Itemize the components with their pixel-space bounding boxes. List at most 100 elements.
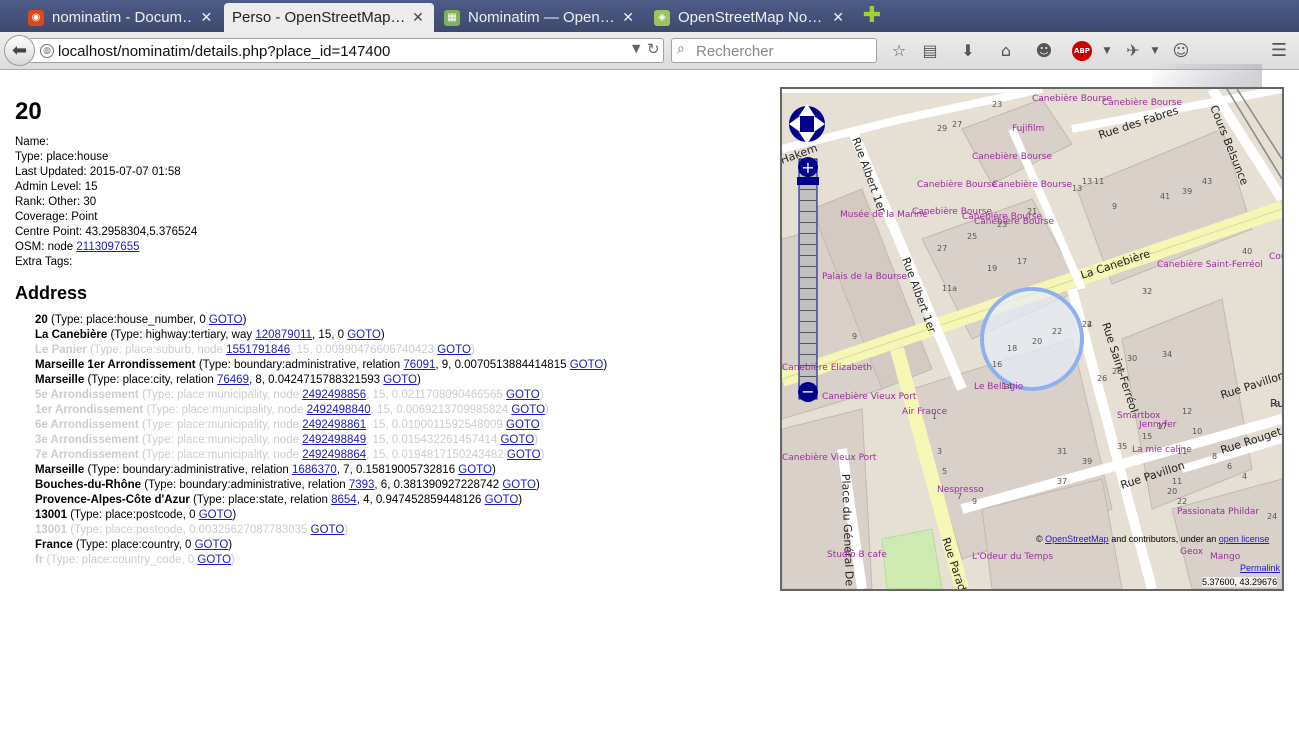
osm-object-link[interactable]: 7393 [349,479,375,491]
address-line: 3e Arrondissement (Type: place:municipal… [35,434,538,446]
download-icon[interactable]: ⬇ [957,40,979,62]
goto-link[interactable]: GOTO [570,359,604,371]
url-bar[interactable]: ◍ ▼ ↻ [30,38,664,63]
goto-link[interactable]: GOTO [507,449,541,461]
goto-link[interactable]: GOTO [458,464,492,476]
address-type: (Type: place:house_number, 0 [51,314,206,326]
zoom-tick [800,233,816,234]
goto-link[interactable]: GOTO [506,419,540,431]
goto-link[interactable]: GOTO [383,374,417,386]
osm-object-link[interactable]: 2492498849 [302,434,366,446]
reload-icon[interactable]: ↻ [647,40,660,58]
osm-object-link[interactable]: 1686370 [292,464,337,476]
goto-link[interactable]: GOTO [502,479,536,491]
goto-link[interactable]: GOTO [199,509,233,521]
poi-label: Canebière Vieux Port [782,452,877,463]
chevron-down-icon[interactable]: ▼ [1144,40,1166,62]
house-number: 32 [1142,287,1152,296]
address-name: Marseille [35,464,85,476]
map-attribution: © OpenStreetMap and contributors, under … [1036,534,1269,544]
tab-label: Perso - OpenStreetMap… [232,9,404,26]
address-type: (Type: place:suburb, node [89,344,223,356]
extension-icon[interactable]: ✈ [1122,40,1144,62]
osm-object-link[interactable]: 2492498864 [302,449,366,461]
info-row: Last Updated: 2015-07-07 01:58 [15,165,765,180]
close-icon[interactable]: ✕ [830,9,846,26]
search-bar[interactable]: ⌕ [671,38,877,63]
close-icon[interactable]: ✕ [199,9,214,26]
osm-attribution-link[interactable]: OpenStreetMap [1045,534,1109,544]
osm-node-link[interactable]: 2113097655 [76,241,139,253]
goto-link[interactable]: GOTO [500,434,534,446]
info-row: Rank: Other: 30 [15,195,765,210]
house-number: 6 [1227,462,1232,471]
info-row: Type: place:house [15,150,765,165]
chevron-down-icon[interactable]: ▼ [1096,40,1118,62]
adblock-icon[interactable]: ABP [1072,41,1092,61]
osm-object-link[interactable]: 8654 [331,494,357,506]
address-rank: , 15, 0.015432261457414 [366,434,498,446]
new-tab-icon[interactable]: ✚ [862,5,882,27]
monkey-icon[interactable]: ☺ [1170,40,1192,62]
address-rank: , 7, 0.15819005732816 [336,464,456,476]
goto-link[interactable]: GOTO [209,314,243,326]
goto-link[interactable]: GOTO [347,329,381,341]
osm-object-link[interactable]: 76091 [403,359,435,371]
house-number: 41 [1160,192,1170,201]
goto-link[interactable]: GOTO [506,389,540,401]
info-label: Type: [15,151,44,163]
url-input[interactable] [58,40,628,62]
close-icon[interactable]: ✕ [410,9,426,26]
poi-label: La [1270,399,1281,409]
search-input[interactable] [696,40,872,62]
zoom-tick [800,211,816,212]
map-canvas[interactable]: + − Rue Albert 1erRue Albert 1er La Caneb… [782,89,1282,589]
goto-link[interactable]: GOTO [197,554,231,566]
back-button[interactable]: ⬅ [4,35,35,66]
reading-list-icon[interactable]: ▤ [919,40,941,62]
poi-label: Le Bellagio [974,382,1024,392]
tab-nominatim-open[interactable]: ▦ Nominatim — Open… ✕ [436,3,644,32]
map-view[interactable]: + − Rue Albert 1er Rue Albert 1er La Caneb… [780,87,1284,591]
chevron-down-icon[interactable]: ▼ [632,42,640,55]
house-number: 43 [1202,177,1212,186]
goto-link[interactable]: GOTO [195,539,229,551]
house-number: 19 [987,264,997,273]
address-line: 20 (Type: place:house_number, 0 GOTO) [35,314,247,326]
home-icon[interactable]: ⌂ [995,40,1017,62]
goto-link[interactable]: GOTO [511,404,545,416]
poi-label: Canebière Bourse [972,151,1052,162]
license-link[interactable]: open license [1219,534,1270,544]
address-line: 13001 (Type: place:postcode, 0.003256270… [35,524,349,536]
permalink-link[interactable]: Permalink [1240,563,1280,573]
close-icon[interactable]: ✕ [620,9,636,26]
address-type: (Type: place:postcode, 0 [70,509,196,521]
info-label: Admin Level: [15,181,82,193]
osm-object-link[interactable]: 2492498856 [302,389,366,401]
poi-label: Geox [1180,547,1204,557]
goto-link[interactable]: GOTO [485,494,519,506]
osm-object-link[interactable]: 76469 [217,374,249,386]
goto-link[interactable]: GOTO [311,524,345,536]
house-number: 9 [972,497,977,506]
chat-icon[interactable]: ☻ [1033,40,1055,62]
tab-label: OpenStreetMap No… [678,9,823,26]
extra-tags-label: Extra Tags: [15,256,73,268]
tab-nominatim-doc[interactable]: ◉ nominatim - Docum… ✕ [20,3,222,32]
zoom-tick [800,321,816,322]
nav-bar: ◍ ▼ ↻ ⬅ ⌕ ☆ ▤ ⬇ ⌂ ☻ ABP ▼ ✈ ▼ ☺ ☰ [0,32,1299,102]
address-rank: , 15, 0.00990476606740423 [290,344,435,356]
osm-object-link[interactable]: 2492498840 [307,404,371,416]
address-line: Marseille 1er Arrondissement (Type: boun… [35,359,608,371]
osm-object-link[interactable]: 120879011 [255,329,312,341]
goto-link[interactable]: GOTO [437,344,471,356]
house-number: 20 [1032,337,1042,346]
menu-icon[interactable]: ☰ [1268,40,1290,62]
osm-object-link[interactable]: 2492498861 [302,419,366,431]
tab-perso-osm[interactable]: Perso - OpenStreetMap… ✕ [224,3,434,32]
info-value: Point [71,211,98,223]
bookmark-star-icon[interactable]: ☆ [888,40,910,62]
osm-object-link[interactable]: 1551791846 [226,344,290,356]
tab-osm-no[interactable]: ◈ OpenStreetMap No… ✕ [646,3,854,32]
info-row: Centre Point: 43.2958304,5.376524 [15,225,765,240]
